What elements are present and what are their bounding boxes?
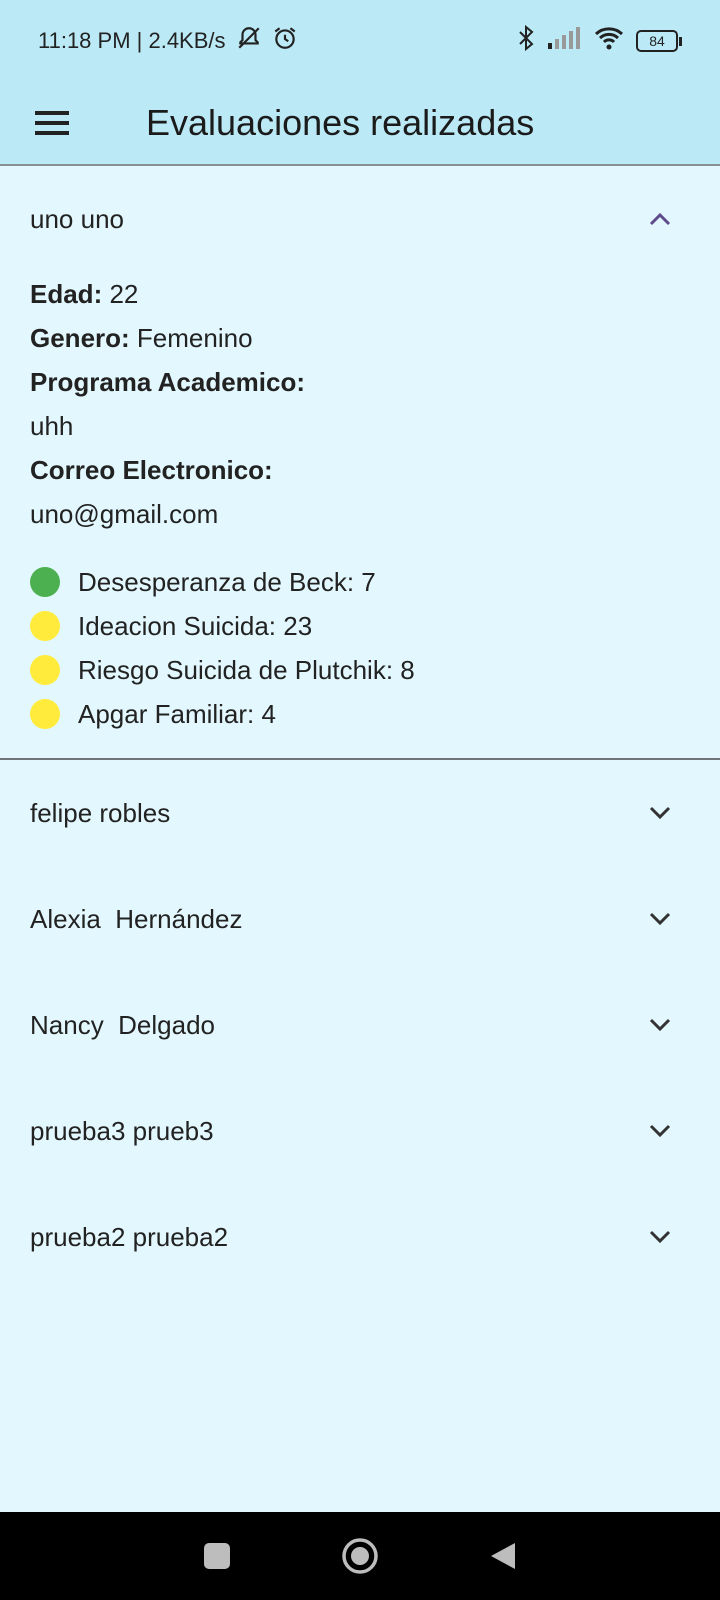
battery-level: 84 [636, 30, 678, 52]
menu-icon [35, 111, 69, 135]
status-dot-icon [30, 699, 60, 729]
alarm-icon [272, 25, 298, 57]
signal-icon [548, 27, 582, 55]
status-left: 11:18 PM | 2.4KB/s [38, 25, 298, 57]
wifi-icon [594, 26, 624, 56]
expansion-panel-nancy[interactable]: Nancy Delgado [0, 972, 720, 1078]
panel-title: Alexia Hernández [30, 903, 243, 934]
bluetooth-icon [516, 24, 536, 57]
gender-value: Femenino [136, 323, 253, 353]
recents-icon[interactable] [203, 1542, 231, 1570]
panel-title: prueba2 prueba2 [30, 1221, 229, 1252]
score-row: Desesperanza de Beck: 7 [30, 560, 690, 604]
status-dot-icon [30, 611, 60, 641]
status-right: 84 [516, 24, 682, 57]
panel-title: felipe robles [30, 797, 171, 828]
expansion-panel-prueba2[interactable]: prueba2 prueba2 [0, 1184, 720, 1290]
menu-button[interactable] [0, 81, 104, 165]
chevron-down-icon[interactable] [648, 805, 672, 821]
battery-icon: 84 [636, 30, 682, 52]
gender-row: Genero: Femenino [30, 316, 690, 360]
info-block: Edad: 22 Genero: Femenino Programa Acade… [30, 272, 690, 536]
chevron-down-icon[interactable] [648, 911, 672, 927]
program-label: Programa Academico: [30, 367, 306, 397]
score-text: Apgar Familiar: 4 [78, 698, 276, 729]
back-icon[interactable] [489, 1541, 517, 1571]
expansion-panel-felipe[interactable]: felipe robles [0, 760, 720, 866]
app-bar: Evaluaciones realizadas [0, 82, 720, 166]
chevron-down-icon[interactable] [648, 1123, 672, 1139]
age-row: Edad: 22 [30, 272, 690, 316]
age-label: Edad: [30, 279, 103, 309]
status-dot-icon [30, 655, 60, 685]
program-value: uhh [30, 411, 74, 441]
chevron-down-icon[interactable] [648, 1229, 672, 1245]
scores-list: Desesperanza de Beck: 7 Ideacion Suicida… [30, 560, 690, 736]
score-row: Apgar Familiar: 4 [30, 692, 690, 736]
panel-body: Edad: 22 Genero: Femenino Programa Acade… [0, 272, 720, 758]
panel-header[interactable]: uno uno [0, 166, 720, 272]
status-bar: 11:18 PM | 2.4KB/s 84 [0, 0, 720, 82]
page-title: Evaluaciones realizadas [146, 102, 535, 143]
panel-title: prueba3 prueb3 [30, 1115, 214, 1146]
email-value: uno@gmail.com [30, 499, 219, 529]
home-icon[interactable] [341, 1537, 379, 1575]
expansion-panel-expanded: uno uno Edad: 22 Genero: Femenino Progra… [0, 166, 720, 758]
age-value: 22 [109, 279, 139, 309]
score-row: Ideacion Suicida: 23 [30, 604, 690, 648]
mute-alarm-icon [236, 25, 262, 57]
gender-label: Genero: [30, 323, 130, 353]
score-text: Riesgo Suicida de Plutchik: 8 [78, 654, 415, 685]
email-label: Correo Electronico: [30, 455, 273, 485]
email-label-row: Correo Electronico: [30, 448, 690, 492]
score-text: Ideacion Suicida: 23 [78, 610, 313, 641]
status-time-speed: 11:18 PM | 2.4KB/s [38, 28, 226, 53]
score-row: Riesgo Suicida de Plutchik: 8 [30, 648, 690, 692]
panel-title: uno uno [30, 203, 124, 234]
status-dot-icon [30, 567, 60, 597]
score-text: Desesperanza de Beck: 7 [78, 566, 376, 597]
expansion-panel-alexia[interactable]: Alexia Hernández [0, 866, 720, 972]
panel-title: Nancy Delgado [30, 1009, 215, 1040]
program-label-row: Programa Academico: [30, 360, 690, 404]
evaluations-list: uno uno Edad: 22 Genero: Femenino Progra… [0, 166, 720, 1290]
system-navigation-bar [0, 1512, 720, 1600]
chevron-up-icon[interactable] [648, 211, 672, 227]
chevron-down-icon[interactable] [648, 1017, 672, 1033]
expansion-panel-prueba3[interactable]: prueba3 prueb3 [0, 1078, 720, 1184]
